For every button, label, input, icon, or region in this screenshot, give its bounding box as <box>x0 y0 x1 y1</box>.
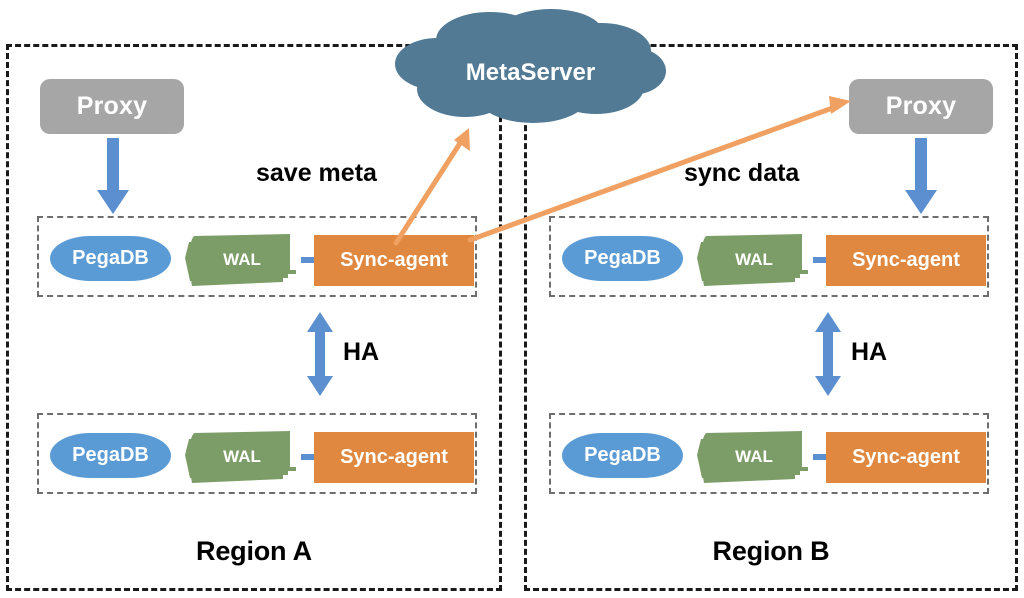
region-b-primary-sync-agent[interactable]: Sync-agent <box>826 235 986 286</box>
region-b-proxy-label: Proxy <box>885 92 957 120</box>
region-a-primary-pegadb-label: PegaDB <box>72 247 149 269</box>
region-b-standby-pegadb[interactable]: PegaDB <box>562 433 683 478</box>
region-a-standby-pegadb-label: PegaDB <box>72 444 149 466</box>
region-a-proxy-to-node-arrow <box>95 138 131 216</box>
region-a-proxy-label: Proxy <box>76 92 148 120</box>
architecture-diagram: Proxy PegaDB WAL Sync-agent HA PegaDB WA… <box>0 0 1024 598</box>
region-a-ha-arrow <box>305 312 335 396</box>
metaserver-cloud[interactable]: MetaServer <box>393 7 668 123</box>
region-a-primary-wal[interactable]: WAL <box>184 234 300 286</box>
region-a-proxy[interactable]: Proxy <box>40 79 184 134</box>
region-a-standby-sync-agent[interactable]: Sync-agent <box>314 432 474 483</box>
region-b-standby-sync-agent-label: Sync-agent <box>852 446 960 468</box>
region-b-primary-pegadb[interactable]: PegaDB <box>562 236 683 281</box>
region-b-standby-sync-agent[interactable]: Sync-agent <box>826 432 986 483</box>
region-b-primary-pegadb-label: PegaDB <box>584 247 661 269</box>
region-b-label: Region B <box>712 536 830 566</box>
region-a-standby-sync-agent-label: Sync-agent <box>340 446 448 468</box>
region-b-proxy-to-node-arrow <box>903 138 939 216</box>
region-b-proxy[interactable]: Proxy <box>849 79 993 134</box>
region-a-primary-sync-agent-label: Sync-agent <box>340 249 448 271</box>
region-b-primary-sync-agent-label: Sync-agent <box>852 249 960 271</box>
region-b-primary-wal[interactable]: WAL <box>696 234 812 286</box>
sync-data-label: sync data <box>684 159 800 187</box>
region-b-standby-wal[interactable]: WAL <box>696 431 812 483</box>
region-a-primary-sync-agent[interactable]: Sync-agent <box>314 235 474 286</box>
region-a-primary-pegadb[interactable]: PegaDB <box>50 236 171 281</box>
region-b-ha-label: HA <box>851 338 888 366</box>
region-a-standby-wal[interactable]: WAL <box>184 431 300 483</box>
region-b-standby-pegadb-label: PegaDB <box>584 444 661 466</box>
save-meta-label: save meta <box>256 159 377 187</box>
region-a-standby-pegadb[interactable]: PegaDB <box>50 433 171 478</box>
region-a-ha-label: HA <box>343 338 380 366</box>
region-b-ha-arrow <box>813 312 843 396</box>
region-a-label: Region A <box>196 536 312 566</box>
